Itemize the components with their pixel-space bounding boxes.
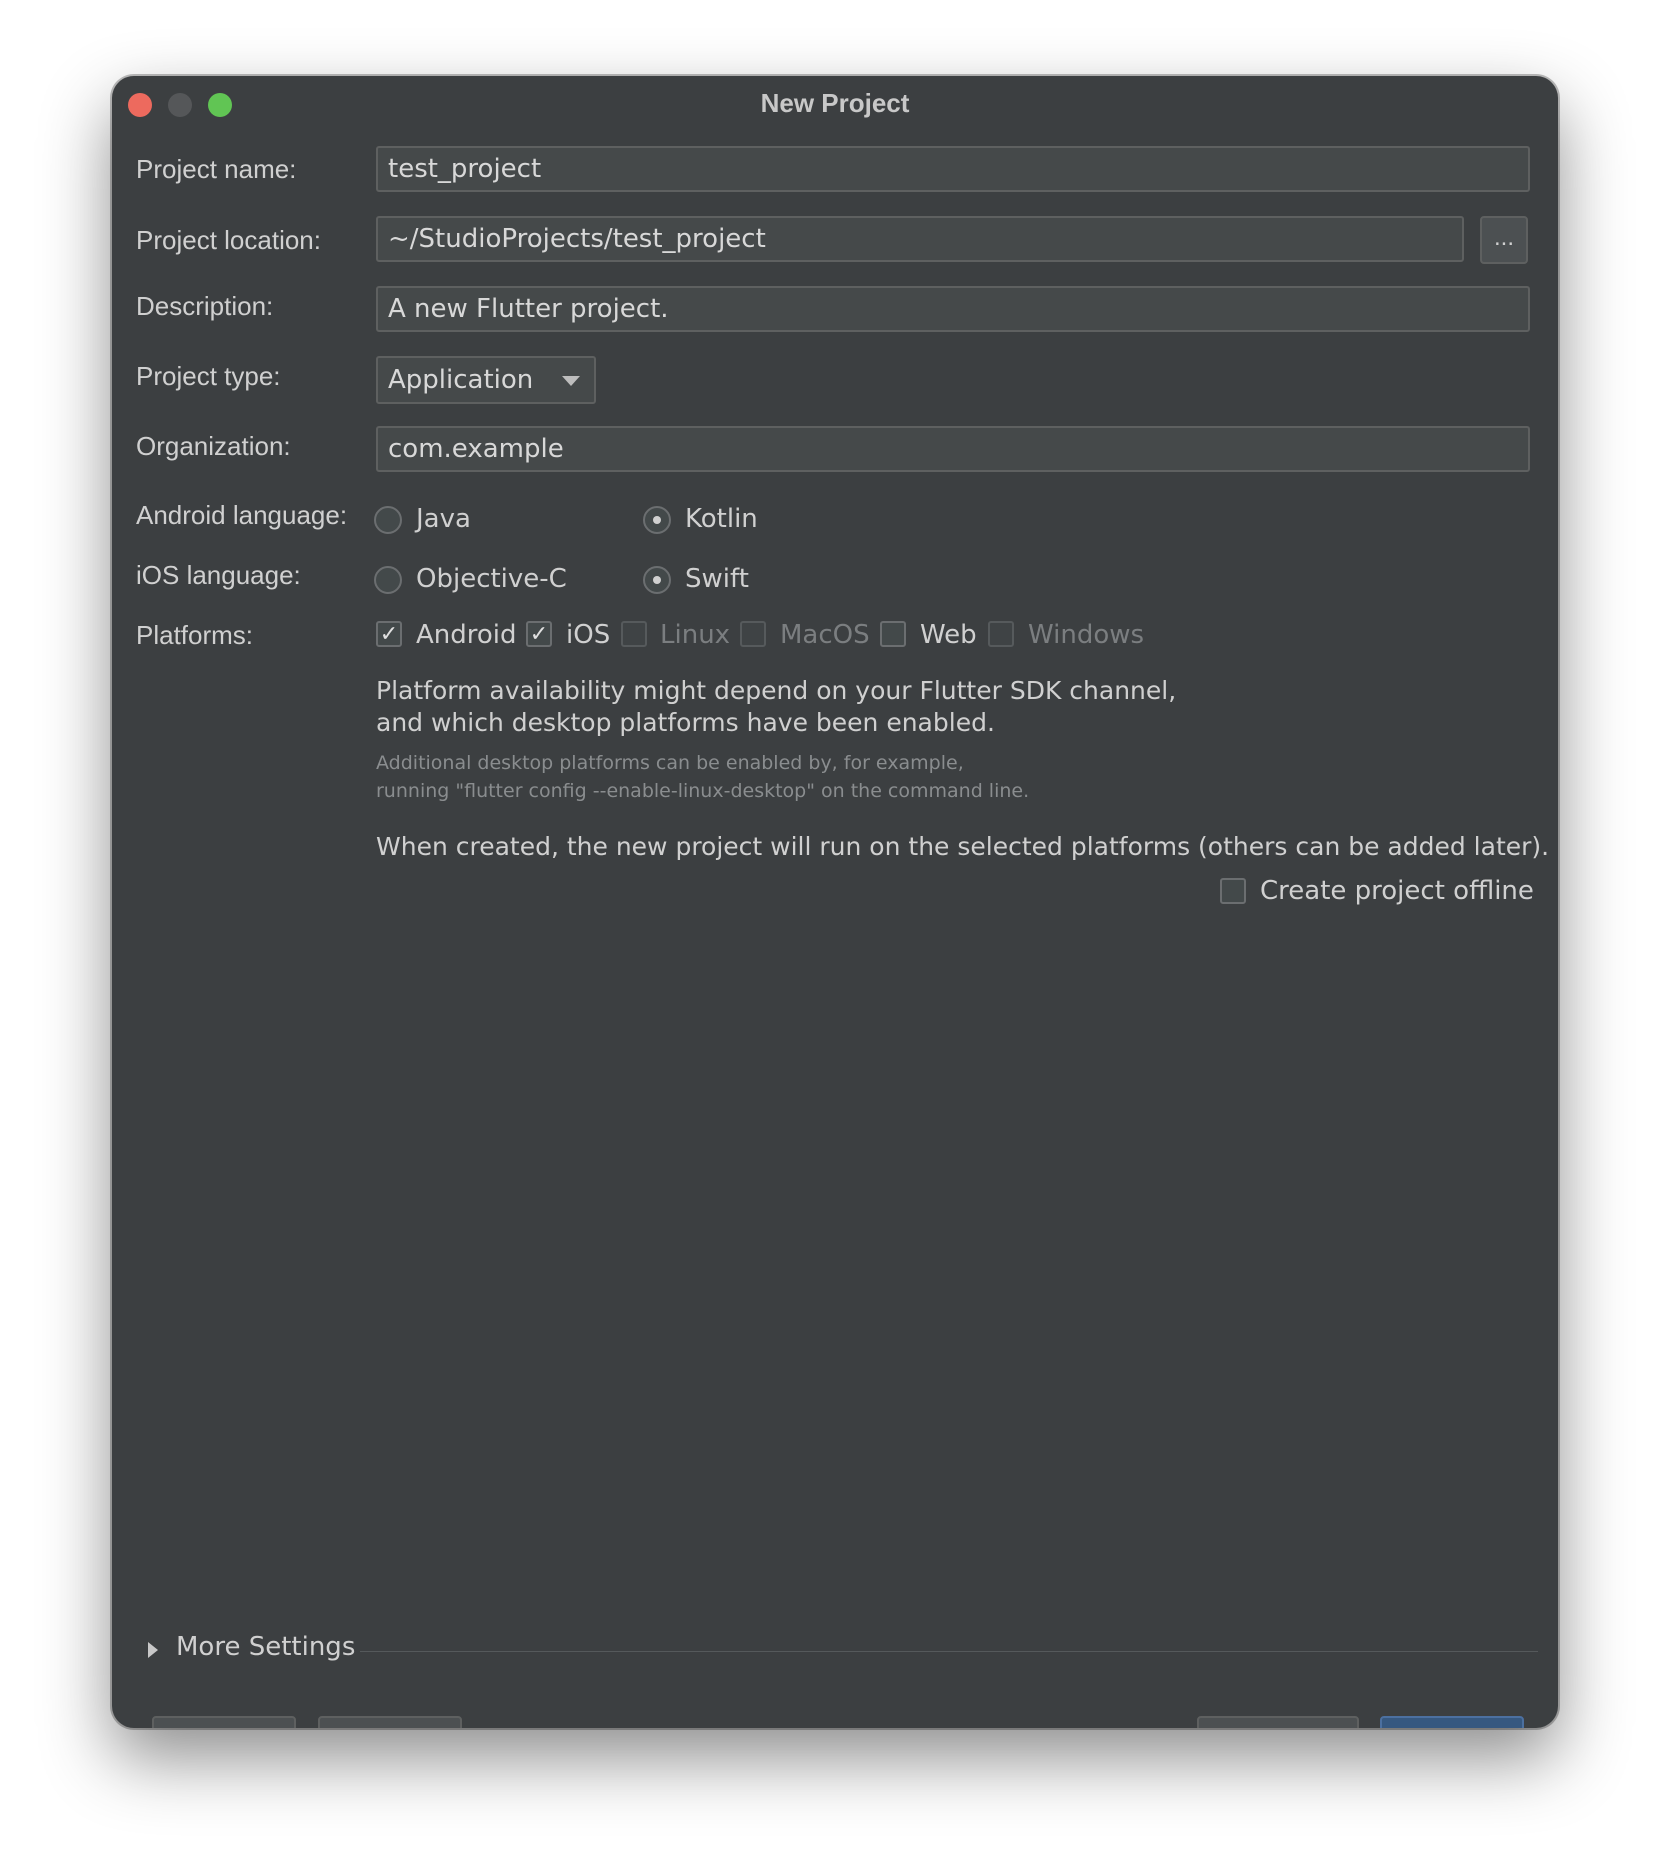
windows-platform-checkbox [988, 621, 1014, 647]
create-offline-label[interactable]: Create project offline [1260, 876, 1534, 906]
desktop-hint-text: Additional desktop platforms can be enab… [376, 752, 964, 774]
java-radio[interactable] [374, 506, 402, 534]
project-location-label: Project location: [136, 225, 321, 255]
chevron-down-icon [562, 376, 580, 386]
organization-input[interactable]: com.example [376, 426, 1530, 472]
title-bar: New Project [112, 76, 1558, 132]
create-offline-checkbox[interactable] [1220, 878, 1246, 904]
desktop-hint-text-2: running "flutter config --enable-linux-d… [376, 780, 1030, 802]
cancel-button[interactable]: Cancel [318, 1716, 462, 1728]
created-note-text: When created, the new project will run o… [376, 832, 1550, 861]
kotlin-radio[interactable] [643, 506, 671, 534]
project-location-input[interactable]: ~/StudioProjects/test_project [376, 216, 1464, 262]
kotlin-radio-label[interactable]: Kotlin [685, 504, 758, 534]
previous-button[interactable]: Previous [1197, 1716, 1359, 1728]
ios-platform-label[interactable]: iOS [566, 620, 610, 650]
finish-button[interactable]: Finish [1380, 1716, 1524, 1728]
more-settings-toggle[interactable]: More Settings [176, 1632, 355, 1662]
platform-availability-text-2: and which desktop platforms have been en… [376, 708, 995, 737]
objective-c-radio-label[interactable]: Objective-C [416, 564, 567, 594]
project-type-dropdown[interactable]: Application [376, 356, 596, 404]
java-radio-label[interactable]: Java [416, 504, 471, 534]
expand-triangle-icon[interactable] [148, 1642, 158, 1658]
project-name-input[interactable]: test_project [376, 146, 1530, 192]
platforms-label: Platforms: [136, 620, 254, 650]
windows-platform-label: Windows [1028, 620, 1145, 650]
help-button[interactable]: Help [152, 1716, 296, 1728]
linux-platform-label: Linux [660, 620, 731, 650]
new-project-dialog: New Project Project name: test_project P… [112, 76, 1558, 1728]
platform-availability-text: Platform availability might depend on yo… [376, 676, 1177, 705]
android-platform-label[interactable]: Android [416, 620, 517, 650]
window-title: New Project [760, 88, 910, 118]
description-label: Description: [136, 291, 274, 321]
project-type-value: Application [388, 365, 534, 395]
swift-radio-label[interactable]: Swift [685, 564, 749, 594]
android-platform-checkbox[interactable]: ✓ [376, 621, 402, 647]
description-input[interactable]: A new Flutter project. [376, 286, 1530, 332]
web-platform-label[interactable]: Web [920, 620, 977, 650]
objective-c-radio[interactable] [374, 566, 402, 594]
macos-platform-label: MacOS [780, 620, 870, 650]
more-settings-divider [360, 1651, 1538, 1652]
organization-label: Organization: [136, 431, 291, 461]
project-name-label: Project name: [136, 154, 297, 184]
linux-platform-checkbox [621, 621, 647, 647]
macos-platform-checkbox [740, 621, 766, 647]
ios-language-label: iOS language: [136, 560, 301, 590]
browse-location-button[interactable]: ... [1480, 216, 1528, 264]
ios-platform-checkbox[interactable]: ✓ [526, 621, 552, 647]
web-platform-checkbox[interactable] [880, 621, 906, 647]
swift-radio[interactable] [643, 566, 671, 594]
project-type-label: Project type: [136, 361, 281, 391]
android-language-label: Android language: [136, 500, 348, 530]
